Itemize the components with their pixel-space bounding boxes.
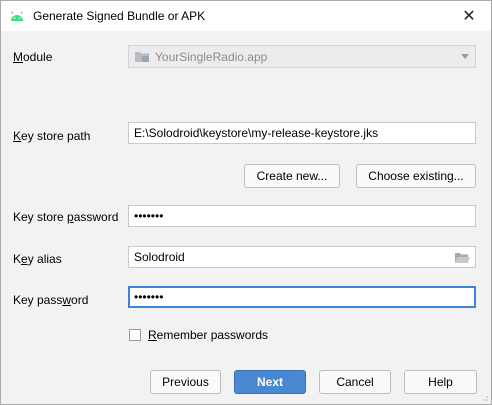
help-label: Help <box>428 375 453 389</box>
title-bar: Generate Signed Bundle or APK ✕ <box>1 1 491 31</box>
close-icon: ✕ <box>462 8 476 25</box>
key-alias-field <box>128 246 476 268</box>
chevron-down-icon <box>461 54 469 59</box>
key-password-label: Key password <box>13 293 88 307</box>
keystore-password-label: Key store password <box>13 210 118 224</box>
keystore-password-label-mnemonic: p <box>67 210 74 224</box>
key-alias-label-rest: y alias <box>27 252 62 266</box>
help-button[interactable]: Help <box>404 370 477 394</box>
module-select[interactable]: YourSingleRadio.app <box>128 45 476 68</box>
module-select-value: YourSingleRadio.app <box>155 50 268 64</box>
folder-icon[interactable] <box>455 252 470 263</box>
keystore-path-label-mnemonic: K <box>13 129 22 143</box>
key-password-label-mnemonic: w <box>62 293 72 307</box>
key-alias-label-mnemonic: e <box>21 252 28 266</box>
keystore-path-input[interactable] <box>134 125 454 141</box>
next-button[interactable]: Next <box>234 370 306 394</box>
keystore-password-input[interactable] <box>134 208 454 224</box>
keystore-path-label-rest: ey store path <box>21 129 91 143</box>
module-folder-icon <box>135 52 149 62</box>
choose-existing-button[interactable]: Choose existing... <box>356 164 476 188</box>
key-password-input[interactable] <box>134 289 454 305</box>
remember-passwords-label-rest: emember passwords <box>156 328 269 342</box>
module-label-rest: odule <box>23 50 53 64</box>
close-button[interactable]: ✕ <box>447 1 491 31</box>
next-label: Next <box>256 375 283 389</box>
create-new-button[interactable]: Create new... <box>244 164 340 188</box>
module-label: Module <box>13 50 52 64</box>
android-icon <box>11 11 23 21</box>
key-alias-label: Key alias <box>13 252 62 266</box>
keystore-path-label: Key store path <box>13 129 90 143</box>
resize-grip-icon[interactable] <box>479 392 489 402</box>
key-password-label-rest: ord <box>71 293 89 307</box>
remember-passwords-label[interactable]: Remember passwords <box>148 328 268 342</box>
remember-passwords-checkbox[interactable] <box>129 329 141 341</box>
remember-passwords-mnemonic: R <box>148 328 157 342</box>
previous-button[interactable]: Previous <box>150 370 221 394</box>
key-alias-input[interactable] <box>134 249 454 265</box>
create-new-label: Create new... <box>256 169 328 183</box>
module-label-mnemonic: M <box>13 50 23 64</box>
window-title: Generate Signed Bundle or APK <box>33 9 206 23</box>
choose-existing-label: Choose existing... <box>368 169 464 183</box>
keystore-password-label-rest: assword <box>73 210 119 224</box>
keystore-path-field <box>128 122 476 144</box>
key-password-field <box>128 286 476 308</box>
dialog-window: Generate Signed Bundle or APK ✕ Module Y… <box>0 0 492 405</box>
keystore-password-label-head: Key store <box>13 210 68 224</box>
key-alias-label-head: K <box>13 252 22 266</box>
previous-label: Previous <box>162 375 209 389</box>
keystore-password-field <box>128 205 476 227</box>
cancel-button[interactable]: Cancel <box>319 370 391 394</box>
cancel-label: Cancel <box>336 375 374 389</box>
key-password-label-head: Key pass <box>13 293 63 307</box>
